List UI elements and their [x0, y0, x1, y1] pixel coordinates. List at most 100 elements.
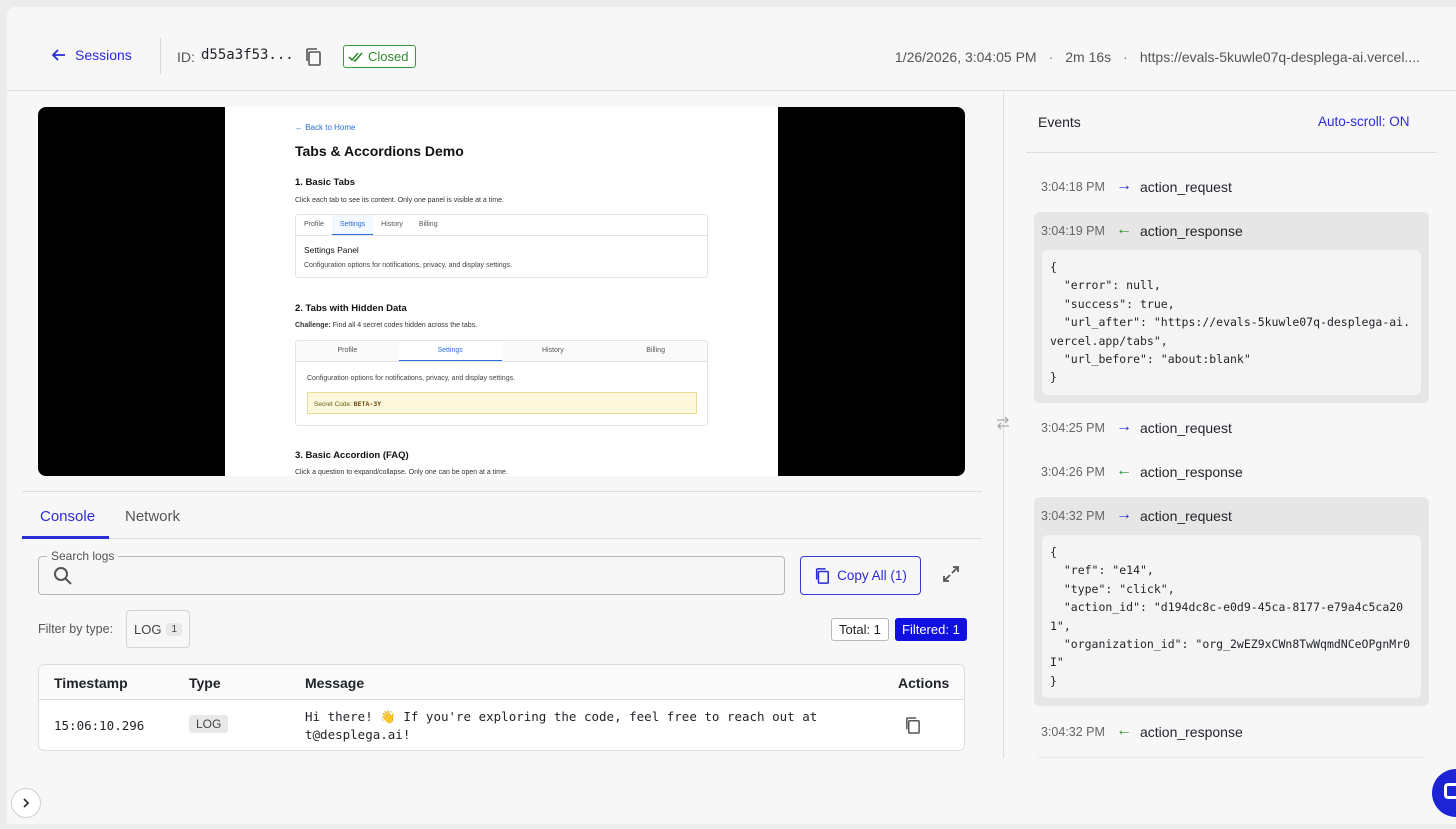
screenshot-panel-title: Settings Panel — [304, 245, 359, 255]
arrow-right-icon: → — [1116, 177, 1132, 194]
arrow-left-icon — [51, 49, 65, 61]
screenshot-section-title: 3. Basic Accordion (FAQ) — [295, 450, 409, 461]
screenshot-challenge: Challenge: Find all 4 secret codes hidde… — [295, 322, 477, 329]
screenshot-panel-desc: Configuration options for notifications,… — [307, 375, 516, 382]
screenshot-tab: Profile — [304, 221, 324, 228]
events-list: 3:04:18 PM → action_request 3:04:19 PM ←… — [1026, 153, 1437, 758]
log-timestamp: 15:06:10.296 — [54, 718, 145, 733]
arrow-left-icon: ← — [1116, 221, 1132, 238]
double-check-icon — [348, 51, 363, 62]
arrow-right-icon: → — [1116, 418, 1132, 435]
screenshot-tabs-basic: Profile Settings History Billing Setting… — [295, 214, 708, 278]
event-time: 3:04:25 PM — [1041, 421, 1105, 435]
copy-icon[interactable] — [304, 47, 322, 67]
event-item[interactable]: 3:04:26 PM ← action_response — [1034, 453, 1429, 491]
bottom-tabs: Console Network — [22, 492, 982, 539]
tab-network[interactable]: Network — [125, 508, 180, 525]
challenge-label: Challenge: — [295, 322, 331, 329]
screenshot-tab: History — [381, 221, 403, 228]
event-time: 3:04:19 PM — [1041, 224, 1105, 238]
event-item-expanded[interactable] — [1034, 757, 1429, 758]
event-item[interactable]: 3:04:18 PM → action_request — [1034, 168, 1429, 206]
log-message-line: t@desplega.ai! — [305, 727, 411, 742]
event-item[interactable]: 3:04:32 PM ← action_response — [1034, 713, 1429, 751]
event-payload: { "ref": "e14", "type": "click", "action… — [1042, 535, 1421, 699]
screenshot-section-desc: Click each tab to see its content. Only … — [295, 197, 504, 204]
active-tab-indicator — [22, 536, 109, 539]
session-duration: 2m 16s — [1065, 49, 1112, 65]
session-header: Sessions ID: d55a3f53... Closed 1/26/202… — [7, 7, 1456, 91]
chevron-right-icon — [23, 798, 30, 808]
tab-console[interactable]: Console — [40, 508, 95, 525]
screenshot-section-desc: Click a question to expand/collapse. Onl… — [295, 469, 508, 476]
log-type-chip: LOG — [189, 715, 229, 733]
app-window: Sessions ID: d55a3f53... Closed 1/26/202… — [7, 7, 1456, 824]
copy-icon[interactable] — [904, 716, 921, 735]
session-id-label: ID: — [177, 49, 195, 65]
copy-all-button[interactable]: Copy All (1) — [800, 556, 921, 595]
expand-sidebar-button[interactable] — [11, 788, 41, 818]
event-item-expanded[interactable]: 3:04:19 PM ← action_response { "error": … — [1034, 212, 1429, 403]
screenshot-back-link: ← Back to Home — [295, 123, 356, 132]
status-text: Closed — [368, 49, 409, 64]
expand-icon[interactable] — [942, 565, 960, 583]
session-id-value: d55a3f53... — [201, 47, 294, 63]
column-header-actions: Actions — [898, 675, 950, 691]
screenshot-tab: Profile — [337, 347, 358, 354]
arrow-right-icon: → — [1116, 506, 1132, 523]
back-label: Sessions — [75, 47, 132, 63]
filter-chip-label: LOG — [133, 621, 162, 637]
header-divider — [160, 38, 161, 74]
search-logs-field[interactable] — [38, 556, 785, 595]
secret-code-box: Secret Code: BETA-3Y — [307, 392, 697, 414]
column-header-type[interactable]: Type — [189, 675, 221, 691]
table-header: Timestamp Type Message Actions — [39, 665, 964, 700]
screenshot-section-title: 2. Tabs with Hidden Data — [295, 303, 407, 314]
log-message-line: Hi there! 👋 If you're exploring the code… — [305, 709, 818, 724]
session-meta: 1/26/2026, 3:04:05 PM · 2m 16s · https:/… — [895, 49, 1420, 65]
meta-separator: · — [1123, 49, 1128, 65]
column-header-timestamp[interactable]: Timestamp — [54, 675, 128, 691]
session-url: https://evals-5kuwle07q-desplega-ai.verc… — [1139, 49, 1420, 65]
search-icon — [54, 567, 72, 585]
event-time: 3:04:32 PM — [1041, 509, 1105, 523]
copy-icon — [816, 567, 830, 584]
event-name: action_request — [1140, 508, 1232, 524]
status-badge: Closed — [343, 45, 417, 68]
events-title: Events — [1038, 114, 1081, 130]
screenshot-page: ← Back to Home Tabs & Accordions Demo 1.… — [225, 107, 778, 476]
swap-arrows-icon[interactable] — [995, 415, 1011, 431]
screenshot-tabs-hidden: Profile Settings History Billing Configu… — [295, 340, 708, 426]
back-to-sessions-link[interactable]: Sessions — [51, 47, 132, 63]
event-time: 3:04:32 PM — [1041, 725, 1105, 739]
screenshot-title: Tabs & Accordions Demo — [295, 143, 464, 159]
event-name: action_request — [1140, 420, 1232, 436]
screenshot-panel-desc: Configuration options for notifications,… — [304, 262, 513, 269]
event-name: action_request — [1140, 179, 1232, 195]
event-name: action_response — [1140, 724, 1243, 740]
screenshot-tab-active: Settings — [398, 341, 502, 361]
auto-scroll-toggle[interactable]: Auto-scroll: ON — [1318, 114, 1410, 129]
challenge-text: Find all 4 secret codes hidden across th… — [332, 322, 478, 329]
screenshot-tab: History — [541, 347, 564, 354]
filtered-count-badge: Filtered: 1 — [895, 618, 967, 641]
screenshot-tab: Billing — [418, 221, 438, 228]
event-item-expanded[interactable]: 3:04:32 PM → action_request { "ref": "e1… — [1034, 497, 1429, 707]
event-name: action_response — [1140, 464, 1243, 480]
column-header-message[interactable]: Message — [305, 675, 364, 691]
logs-table: Timestamp Type Message Actions 15:06:10.… — [38, 664, 965, 751]
screenshot-section-title: 1. Basic Tabs — [295, 177, 356, 188]
search-input[interactable] — [85, 563, 775, 589]
browser-screenshot: ← Back to Home Tabs & Accordions Demo 1.… — [38, 107, 965, 476]
filter-chip-log[interactable]: LOG 1 — [126, 610, 190, 648]
secret-value: BETA-3Y — [353, 400, 382, 408]
secret-label: Secret Code: — [314, 401, 352, 408]
event-name: action_response — [1140, 223, 1243, 239]
screenshot-tab: Billing — [646, 347, 665, 354]
arrow-left-icon: ← — [1116, 462, 1132, 479]
event-item[interactable]: 3:04:25 PM → action_request — [1034, 409, 1429, 447]
screenshot-tab-active: Settings — [331, 215, 374, 235]
event-payload: { "error": null, "success": true, "url_a… — [1042, 250, 1421, 395]
event-time: 3:04:18 PM — [1041, 180, 1105, 194]
meta-separator: · — [1048, 49, 1054, 65]
